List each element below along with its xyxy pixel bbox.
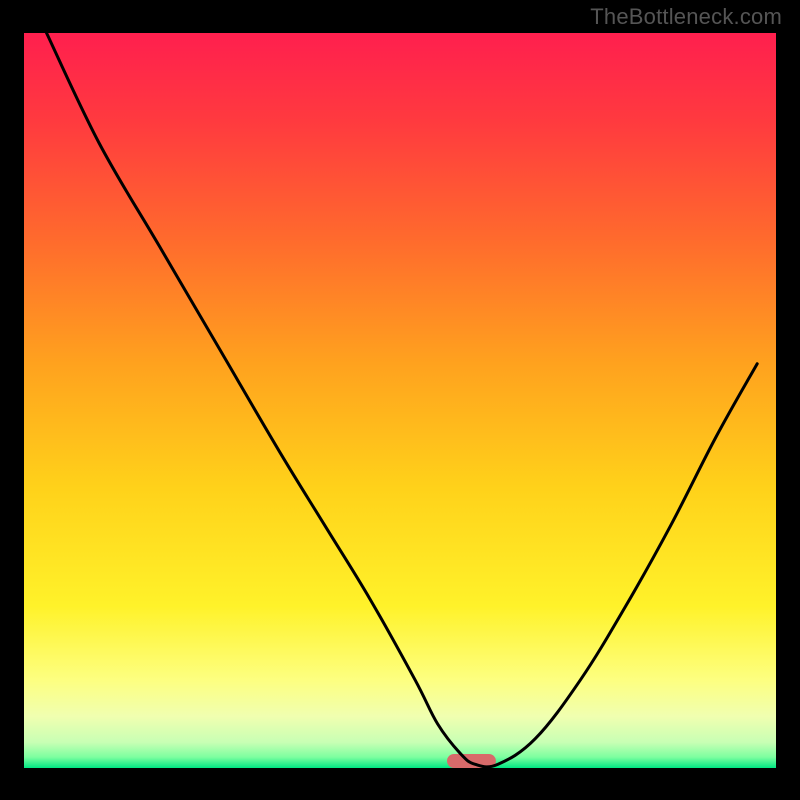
chart-frame: TheBottleneck.com (0, 0, 800, 800)
plot-background (24, 33, 776, 768)
bottleneck-chart (0, 0, 800, 800)
watermark-text: TheBottleneck.com (590, 4, 782, 30)
